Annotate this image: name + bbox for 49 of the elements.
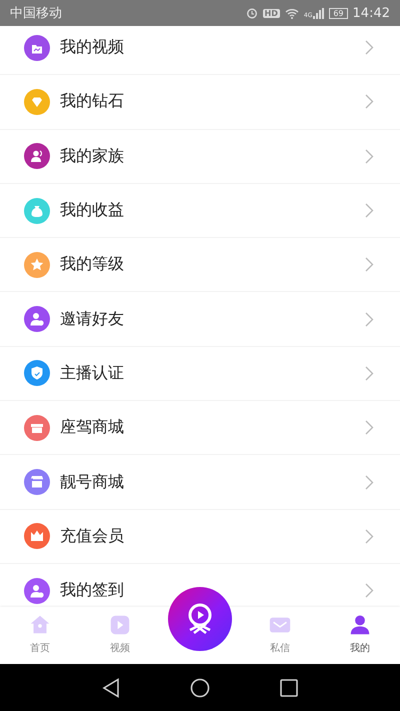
battery-level: 69 (329, 8, 348, 18)
clock-time: 14:42 (352, 6, 390, 20)
shop-icon (24, 469, 50, 496)
person-icon (24, 143, 50, 170)
recents-button[interactable] (280, 678, 298, 696)
nav-tab[interactable]: 首页 (0, 607, 80, 664)
menu-item[interactable]: 充值会员 (0, 510, 400, 564)
chevron-icon (365, 148, 374, 164)
add-person-icon (24, 578, 50, 604)
menu-label: 我的等级 (60, 254, 125, 276)
play-icon (108, 613, 132, 637)
chevron-icon (365, 257, 374, 272)
hd-badge: HD (262, 8, 280, 18)
crown-icon (24, 523, 50, 550)
carrier-name: 中国移动 (10, 5, 62, 22)
back-button[interactable] (102, 678, 120, 698)
person-icon (348, 613, 372, 637)
home-button[interactable] (190, 678, 210, 698)
chevron-icon (365, 312, 374, 327)
nav-tab[interactable]: 私信 (240, 607, 320, 664)
chevron-icon (365, 366, 374, 381)
chevron-icon (365, 203, 374, 218)
menu-label: 邀请好友 (60, 308, 125, 330)
menu-label: 我的家族 (60, 146, 125, 167)
wifi-icon (284, 8, 299, 18)
menu-item[interactable]: 我的家族 (0, 130, 400, 184)
menu-label: 靓号商城 (60, 472, 125, 493)
chevron-icon (365, 40, 374, 56)
chevron-icon (365, 583, 374, 598)
menu-label: 我的收益 (60, 200, 125, 222)
shield-icon (24, 360, 50, 386)
menu-label: 我的视频 (60, 37, 125, 58)
signal-icon (313, 8, 324, 18)
chevron-icon (365, 528, 374, 544)
chevron-icon (365, 94, 374, 110)
folder-icon (24, 34, 50, 61)
menu-label: 主播认证 (60, 362, 125, 384)
alarm-icon (246, 7, 258, 19)
chevron-icon (365, 420, 374, 436)
chevron-icon (365, 474, 374, 490)
menu-label: 座驾商城 (60, 417, 125, 438)
menu-label: 充值会员 (60, 526, 125, 547)
store-icon (24, 414, 50, 441)
menu-label: 我的签到 (60, 580, 125, 602)
nav-tab[interactable]: 我的 (320, 607, 400, 664)
menu-label: 我的钻石 (60, 91, 125, 112)
add-person-icon (24, 306, 50, 332)
nav-tab[interactable]: 视频 (80, 607, 160, 664)
money-bag-icon (24, 198, 50, 224)
